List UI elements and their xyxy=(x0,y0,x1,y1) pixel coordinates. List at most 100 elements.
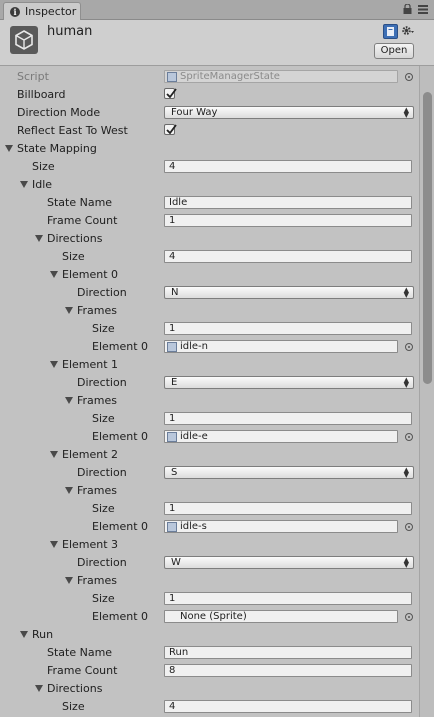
dropdown-direction[interactable]: E ▲ ▼ xyxy=(164,376,414,389)
property-label: Element 0 xyxy=(92,340,149,353)
text-field[interactable]: 4 xyxy=(164,700,412,713)
lock-icon[interactable] xyxy=(403,4,412,14)
property-state-name: State Name Idle xyxy=(0,194,418,212)
field-value: None (Sprite) xyxy=(180,611,247,622)
dropdown-value: E xyxy=(171,377,178,388)
object-field[interactable]: idle-n xyxy=(164,340,398,353)
field-value: Idle xyxy=(169,197,188,208)
property-state-name: State Name Run xyxy=(0,644,418,662)
property-label: Element 0 xyxy=(92,520,149,533)
menu-icon[interactable] xyxy=(418,5,428,14)
property-direction: Direction E ▲ ▼ xyxy=(0,374,418,392)
inspector-header: human xyxy=(0,20,434,66)
foldout-state-mapping[interactable]: State Mapping xyxy=(0,140,418,158)
dropdown-direction[interactable]: S ▲ ▼ xyxy=(164,466,414,479)
foldout-arrow-icon[interactable] xyxy=(50,451,58,458)
object-field[interactable]: None (Sprite) xyxy=(164,610,398,623)
text-field[interactable]: 1 xyxy=(164,214,412,227)
checkbox-reflect-east-to-west[interactable] xyxy=(164,124,177,135)
checkbox-billboard[interactable] xyxy=(164,88,177,99)
dropdown-direction-mode[interactable]: Four Way ▲ ▼ xyxy=(164,106,414,119)
property-label: Direction xyxy=(77,466,127,479)
text-field[interactable]: 4 xyxy=(164,250,412,263)
foldout-arrow-icon[interactable] xyxy=(65,487,73,494)
foldout-directions[interactable]: Directions xyxy=(0,230,418,248)
unity-asset-icon xyxy=(10,26,38,54)
property-label: Reflect East To West xyxy=(17,124,128,137)
foldout-arrow-icon[interactable] xyxy=(50,271,58,278)
foldout-frames[interactable]: Frames xyxy=(0,392,418,410)
foldout-element-2[interactable]: Element 2 xyxy=(0,446,418,464)
dropdown-direction[interactable]: W ▲ ▼ xyxy=(164,556,414,569)
property-label: Frames xyxy=(77,484,118,497)
sprite-icon xyxy=(167,432,177,442)
foldout-frames[interactable]: Frames xyxy=(0,302,418,320)
property-label: Element 0 xyxy=(92,610,149,623)
text-field[interactable]: 8 xyxy=(164,664,412,677)
foldout-frames[interactable]: Frames xyxy=(0,482,418,500)
field-value: 4 xyxy=(169,161,176,172)
field-value: 1 xyxy=(169,413,176,424)
scrollbar-thumb[interactable] xyxy=(423,92,432,384)
text-field[interactable]: Run xyxy=(164,646,412,659)
property-size: Size 1 xyxy=(0,410,418,428)
foldout-arrow-icon[interactable] xyxy=(35,235,43,242)
property-size: Size 4 xyxy=(0,248,418,266)
property-label: Element 1 xyxy=(62,358,119,371)
object-picker-icon[interactable] xyxy=(405,613,413,621)
tab-inspector[interactable]: i Inspector xyxy=(3,2,81,20)
foldout-arrow-icon[interactable] xyxy=(35,685,43,692)
dropdown-direction[interactable]: N ▲ ▼ xyxy=(164,286,414,299)
object-field[interactable]: idle-s xyxy=(164,520,398,533)
dropdown-arrows-icon: ▲ ▼ xyxy=(403,466,409,479)
foldout-run[interactable]: Run xyxy=(0,626,418,644)
property-label: State Name xyxy=(47,646,113,659)
property-label: Element 2 xyxy=(62,448,119,461)
text-field[interactable]: 4 xyxy=(164,160,412,173)
foldout-element-3[interactable]: Element 3 xyxy=(0,536,418,554)
foldout-arrow-icon[interactable] xyxy=(65,577,73,584)
property-label: Frames xyxy=(77,574,118,587)
foldout-directions[interactable]: Directions xyxy=(0,680,418,698)
field-value: 4 xyxy=(169,251,176,262)
gear-icon[interactable] xyxy=(401,24,414,37)
property-direction: Direction W ▲ ▼ xyxy=(0,554,418,572)
property-label: Frame Count xyxy=(47,214,118,227)
property-label: Size xyxy=(62,700,85,713)
text-field[interactable]: 1 xyxy=(164,502,412,515)
text-field[interactable]: Idle xyxy=(164,196,412,209)
property-label: Size xyxy=(92,322,115,335)
open-button[interactable]: Open xyxy=(374,43,414,59)
foldout-element-1[interactable]: Element 1 xyxy=(0,356,418,374)
foldout-arrow-icon[interactable] xyxy=(65,397,73,404)
property-label: Script xyxy=(17,70,49,83)
scrollbar[interactable] xyxy=(419,66,434,717)
sprite-icon xyxy=(167,522,177,532)
foldout-arrow-icon[interactable] xyxy=(50,541,58,548)
foldout-arrow-icon[interactable] xyxy=(50,361,58,368)
foldout-frames[interactable]: Frames xyxy=(0,572,418,590)
object-picker-icon[interactable] xyxy=(405,343,413,351)
field-value: 8 xyxy=(169,665,176,676)
property-label: State Mapping xyxy=(17,142,97,155)
dropdown-value: N xyxy=(171,287,179,298)
text-field[interactable]: 1 xyxy=(164,592,412,605)
foldout-arrow-icon[interactable] xyxy=(20,631,28,638)
object-picker-icon[interactable] xyxy=(405,73,413,81)
help-book-icon[interactable] xyxy=(383,24,398,39)
object-picker-icon[interactable] xyxy=(405,523,413,531)
foldout-arrow-icon[interactable] xyxy=(20,181,28,188)
object-field[interactable]: idle-e xyxy=(164,430,398,443)
inspector-properties: Script SpriteManagerState Billboard Directi… xyxy=(0,66,418,717)
foldout-element-0[interactable]: Element 0 xyxy=(0,266,418,284)
foldout-idle[interactable]: Idle xyxy=(0,176,418,194)
property-label: Direction Mode xyxy=(17,106,101,119)
property-direction: Direction N ▲ ▼ xyxy=(0,284,418,302)
property-label: Size xyxy=(32,160,55,173)
foldout-arrow-icon[interactable] xyxy=(5,145,13,152)
property-label: Directions xyxy=(47,232,103,245)
object-picker-icon[interactable] xyxy=(405,433,413,441)
text-field[interactable]: 1 xyxy=(164,322,412,335)
foldout-arrow-icon[interactable] xyxy=(65,307,73,314)
text-field[interactable]: 1 xyxy=(164,412,412,425)
